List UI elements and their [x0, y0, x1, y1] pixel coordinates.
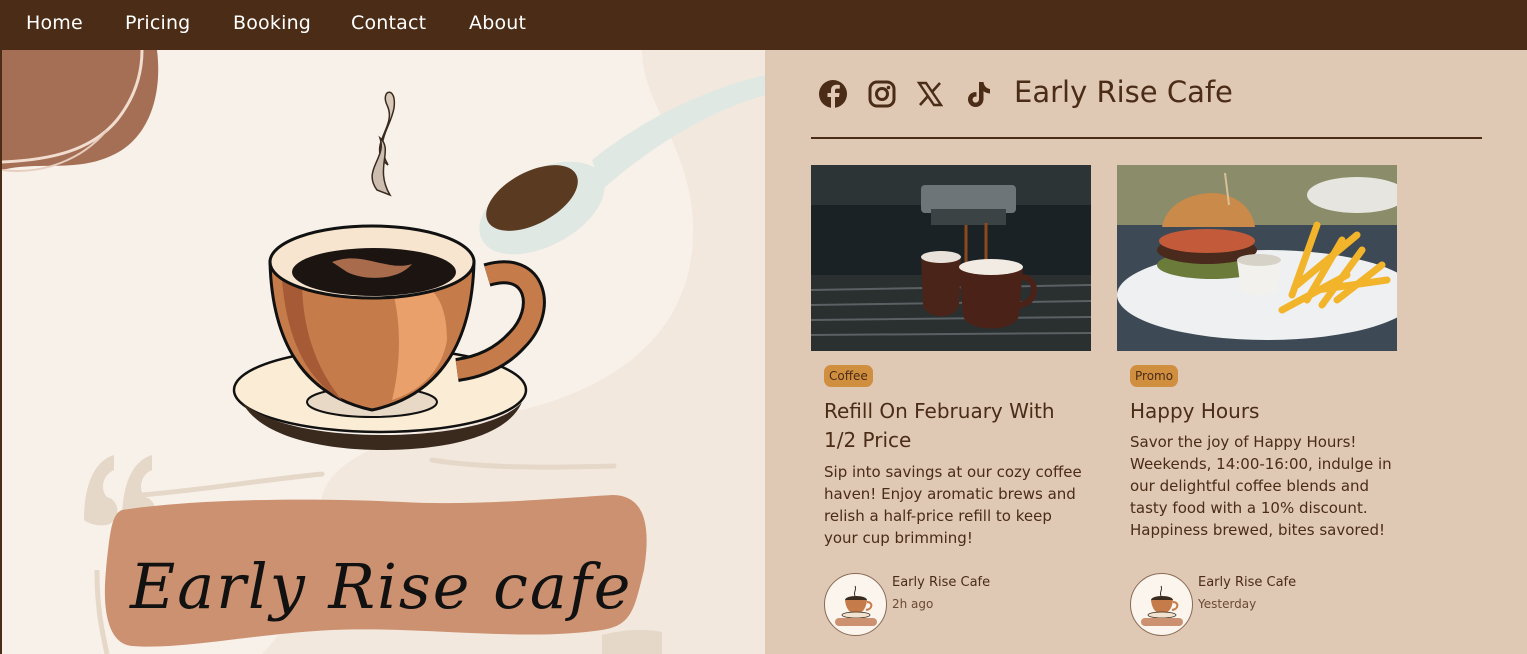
burger-fries-image	[1117, 165, 1397, 351]
x-icon[interactable]	[914, 78, 946, 110]
card-description: Sip into savings at our cozy coffee have…	[824, 463, 1082, 547]
card-title[interactable]: Happy Hours	[1130, 397, 1380, 426]
tag-badge[interactable]: Coffee	[824, 365, 873, 387]
content-panel: Early Rise Cafe Coffee Refill On Februar…	[765, 50, 1527, 654]
avatar	[824, 573, 887, 636]
nav-home[interactable]: Home	[26, 12, 83, 34]
nav-pricing[interactable]: Pricing	[125, 12, 190, 34]
author-name[interactable]: Early Rise Cafe	[1198, 575, 1296, 590]
tiktok-icon[interactable]	[963, 78, 995, 110]
card-description: Savor the joy of Happy Hours! Weekends, …	[1130, 433, 1392, 539]
divider	[811, 137, 1482, 139]
nav-about[interactable]: About	[469, 12, 526, 34]
post-time: Yesterday	[1198, 597, 1257, 611]
hero-banner: Early Rise cafe	[2, 50, 765, 654]
tag-badge[interactable]: Promo	[1130, 365, 1179, 387]
avatar	[1130, 573, 1193, 636]
instagram-icon[interactable]	[866, 78, 898, 110]
nav-contact[interactable]: Contact	[351, 12, 426, 34]
espresso-machine-image	[811, 165, 1091, 351]
brand-title: Early Rise Cafe	[1014, 75, 1233, 109]
post-time: 2h ago	[892, 597, 934, 611]
facebook-icon[interactable]	[817, 78, 849, 110]
hero-title: Early Rise cafe	[130, 550, 633, 623]
corner-blob	[2, 50, 159, 170]
card-title[interactable]: Refill On February With 1/2 Price	[824, 397, 1074, 455]
top-nav: Home Pricing Booking Contact About	[0, 0, 1527, 50]
nav-booking[interactable]: Booking	[233, 12, 311, 34]
author-name[interactable]: Early Rise Cafe	[892, 575, 990, 590]
